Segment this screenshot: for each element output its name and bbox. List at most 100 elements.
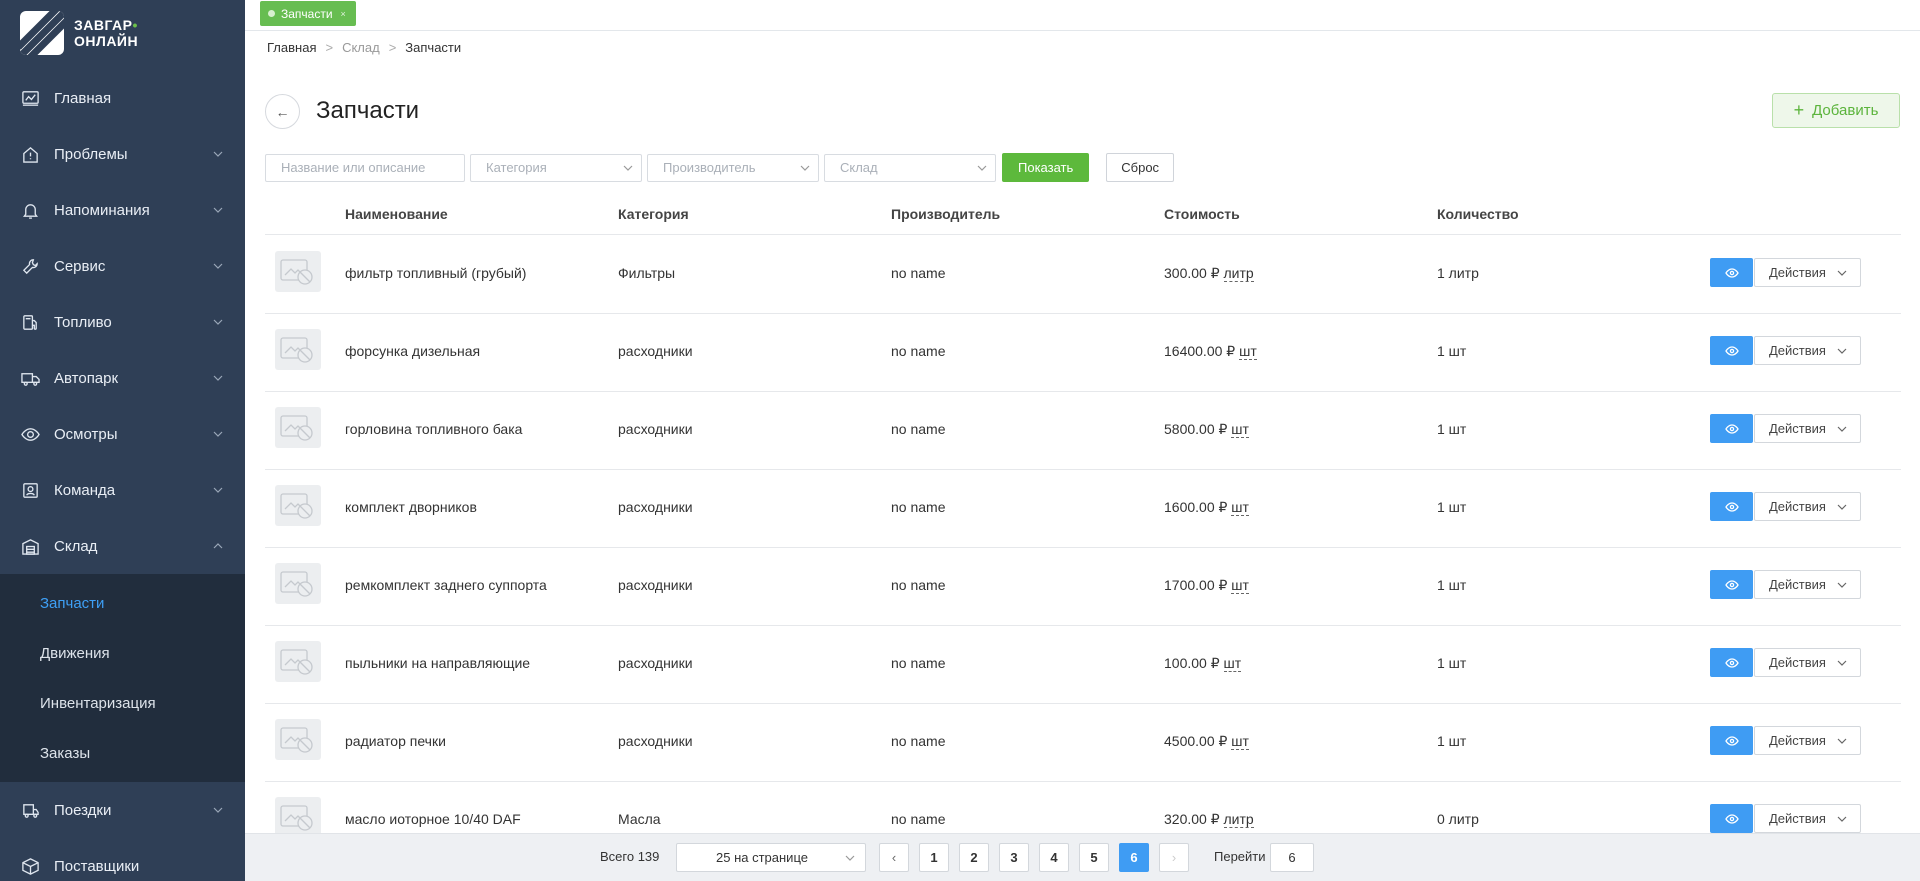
actions-dropdown[interactable]: Действия (1754, 570, 1861, 599)
column-header-quantity[interactable]: Количество (1437, 206, 1519, 222)
table-row[interactable]: горловина топливного бака расходники no na… (265, 392, 1901, 470)
view-button[interactable] (1710, 804, 1753, 833)
price-unit[interactable]: литр (1223, 811, 1254, 828)
price-unit[interactable]: шт (1231, 499, 1249, 516)
sidebar-item-warehouse[interactable]: Склад (0, 518, 245, 574)
add-button[interactable]: + Добавить (1772, 93, 1900, 128)
actions-dropdown[interactable]: Действия (1754, 336, 1861, 365)
cell-category: расходники (618, 733, 693, 749)
warehouse-select[interactable]: Склад (824, 153, 996, 182)
price-unit[interactable]: шт (1231, 421, 1249, 438)
cell-name[interactable]: фильтр топливный (грубый) (345, 265, 526, 281)
actions-dropdown[interactable]: Действия (1754, 492, 1861, 521)
tab-parts[interactable]: Запчасти × (260, 1, 356, 26)
table-row[interactable]: радиатор печки расходники no name 4500.00 ₽… (265, 704, 1901, 782)
cell-name[interactable]: горловина топливного бака (345, 421, 522, 437)
column-header-category[interactable]: Категория (618, 206, 689, 222)
price-unit[interactable]: шт (1231, 733, 1249, 750)
page-button-1[interactable]: 1 (919, 843, 949, 872)
category-select[interactable]: Категория (470, 153, 642, 182)
manufacturer-select[interactable]: Производитель (647, 153, 819, 182)
filter-bar: Название или описание Категория Производ… (265, 153, 1175, 182)
breadcrumb-warehouse[interactable]: Склад (342, 40, 380, 55)
view-button[interactable] (1710, 492, 1753, 521)
page-button-5[interactable]: 5 (1079, 843, 1109, 872)
page-button-2[interactable]: 2 (959, 843, 989, 872)
sidebar-item-home[interactable]: Главная (0, 70, 245, 126)
alert-house-icon (20, 144, 40, 164)
cell-name[interactable]: комплект дворников (345, 499, 477, 515)
cell-category: расходники (618, 343, 693, 359)
cell-manufacturer: no name (891, 733, 946, 749)
sidebar-item-suppliers[interactable]: Поставщики (0, 838, 245, 881)
reset-button[interactable]: Сброс (1106, 153, 1175, 182)
next-page-button[interactable]: › (1159, 843, 1189, 872)
view-button[interactable] (1710, 336, 1753, 365)
back-button[interactable]: ← (265, 94, 300, 129)
show-button[interactable]: Показать (1002, 153, 1090, 182)
sidebar-subitem-inventory[interactable]: Инвентаризация (0, 678, 245, 728)
page-button-3[interactable]: 3 (999, 843, 1029, 872)
actions-dropdown[interactable]: Действия (1754, 804, 1861, 833)
sidebar-item-service[interactable]: Сервис (0, 238, 245, 294)
cell-name[interactable]: ремкомплект заднего суппорта (345, 577, 547, 593)
sidebar-nav: Главная Проблемы Напоминания Сервис Топл… (0, 70, 245, 881)
chevron-down-icon (1837, 348, 1847, 354)
actions-dropdown[interactable]: Действия (1754, 414, 1861, 443)
table-row[interactable]: комплект дворников расходники no name 1600.… (265, 470, 1901, 548)
sidebar-subitem-movements[interactable]: Движения (0, 628, 245, 678)
search-input[interactable]: Название или описание (265, 153, 465, 182)
cell-name[interactable]: пыльники на направляющие (345, 655, 530, 671)
no-image-icon (275, 563, 321, 604)
sidebar-item-problems[interactable]: Проблемы (0, 126, 245, 182)
sidebar-subitem-orders[interactable]: Заказы (0, 728, 245, 778)
cell-name[interactable]: радиатор печки (345, 733, 446, 749)
sidebar-item-inspections[interactable]: Осмотры (0, 406, 245, 462)
sidebar-item-team[interactable]: Команда (0, 462, 245, 518)
table-row[interactable]: ремкомплект заднего суппорта расходники no… (265, 548, 1901, 626)
price-unit[interactable]: шт (1231, 577, 1249, 594)
cell-name[interactable]: масло иоторное 10/40 DAF (345, 811, 521, 827)
wrench-icon (20, 256, 40, 276)
close-icon[interactable]: × (341, 9, 346, 19)
page-button-4[interactable]: 4 (1039, 843, 1069, 872)
logo[interactable]: ЗАВГАР• ОНЛАЙН (0, 0, 245, 65)
page-size-select[interactable]: 25 на странице (676, 843, 866, 872)
actions-dropdown[interactable]: Действия (1754, 726, 1861, 755)
view-button[interactable] (1710, 726, 1753, 755)
view-button[interactable] (1710, 414, 1753, 443)
sidebar-item-fleet[interactable]: Автопарк (0, 350, 245, 406)
sidebar-item-fuel[interactable]: Топливо (0, 294, 245, 350)
chevron-down-icon (623, 165, 633, 171)
price-unit[interactable]: шт (1239, 343, 1257, 360)
view-button[interactable] (1710, 570, 1753, 599)
cell-category: расходники (618, 499, 693, 515)
table-row[interactable]: форсунка дизельная расходники no name 16400… (265, 314, 1901, 392)
top-bar: Запчасти × (245, 0, 1920, 31)
sidebar-item-trips[interactable]: Поездки (0, 782, 245, 838)
column-header-price[interactable]: Стоимость (1164, 206, 1240, 222)
column-header-manufacturer[interactable]: Производитель (891, 206, 1000, 222)
view-button[interactable] (1710, 648, 1753, 677)
table-row[interactable]: пыльники на направляющие расходники no nam… (265, 626, 1901, 704)
sidebar-item-label: Проблемы (54, 145, 128, 163)
chevron-down-icon (1837, 270, 1847, 276)
table-row[interactable]: фильтр топливный (грубый) Фильтры no name 3… (265, 236, 1901, 314)
column-header-name[interactable]: Наименование (345, 206, 448, 222)
fuel-pump-icon (20, 312, 40, 332)
cell-name[interactable]: форсунка дизельная (345, 343, 480, 359)
price-unit[interactable]: литр (1223, 265, 1254, 282)
price-unit[interactable]: шт (1223, 655, 1242, 672)
actions-dropdown[interactable]: Действия (1754, 648, 1861, 677)
cell-price: 1700.00 ₽ шт (1164, 577, 1249, 594)
goto-page-input[interactable]: 6 (1270, 843, 1314, 872)
actions-dropdown[interactable]: Действия (1754, 258, 1861, 287)
prev-page-button[interactable]: ‹ (879, 843, 909, 872)
eye-icon (1724, 579, 1739, 590)
sidebar-item-reminders[interactable]: Напоминания (0, 182, 245, 238)
sidebar-subitem-parts[interactable]: Запчасти (0, 578, 245, 628)
breadcrumb-home[interactable]: Главная (267, 40, 316, 55)
page-button-6[interactable]: 6 (1119, 843, 1149, 872)
actions-label: Действия (1769, 655, 1826, 670)
view-button[interactable] (1710, 258, 1753, 287)
